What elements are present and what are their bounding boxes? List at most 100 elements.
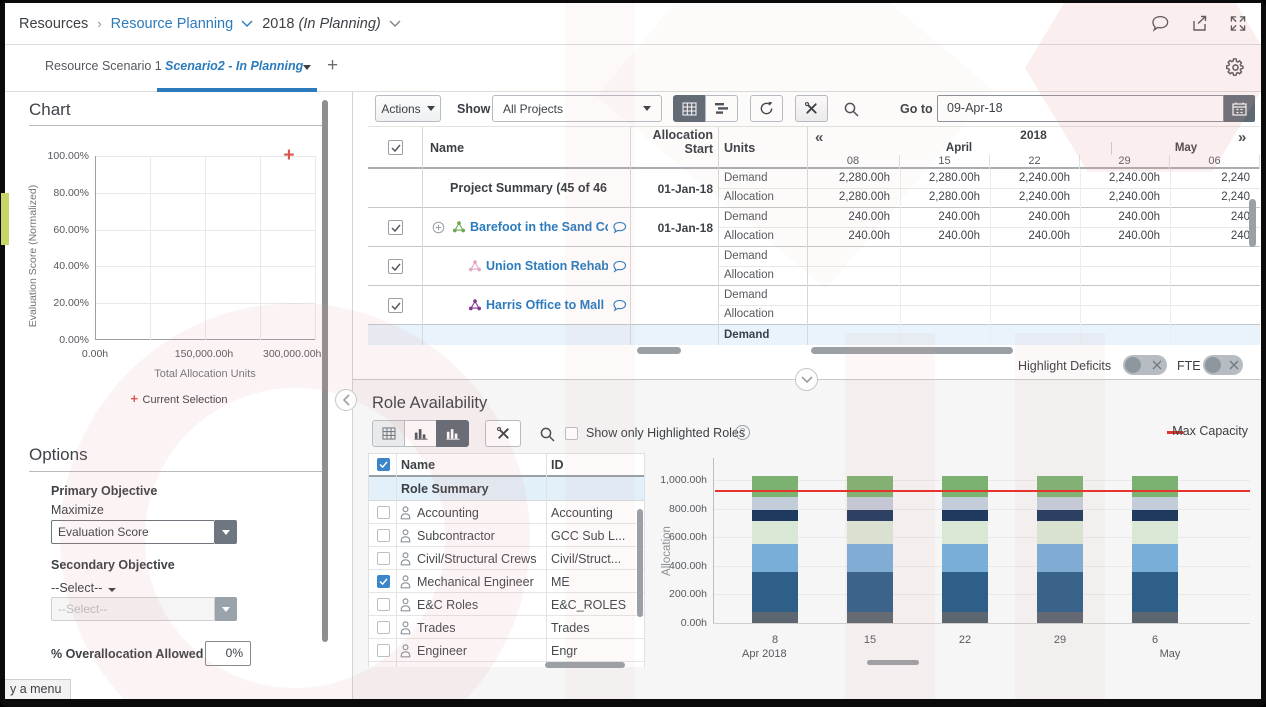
secondary-objective-link[interactable]: --Select-- [51,581,116,595]
role-table-hscrollbar[interactable] [545,662,625,668]
grid-view-button[interactable] [673,95,706,122]
highlight-deficits-toggle[interactable] [1123,355,1167,375]
primary-objective-select-button[interactable] [215,520,237,544]
project-name-link[interactable]: Harris Office to Mall Sky... [486,298,608,312]
column-header-name[interactable]: Name [430,141,464,155]
grid-row[interactable]: Barefoot in the Sand Co...01-Jan-18Deman… [368,208,1260,247]
role-row[interactable]: SubcontractorGCC Sub L... [369,524,645,547]
chevron-left-icon [342,394,351,406]
grid-row[interactable]: Harris Office to Mall Sky...DemandAlloca… [368,286,1260,325]
role-chart-hscrollbar[interactable] [867,660,919,665]
demand-value-cell: 240.00h [900,211,980,223]
row-checkbox[interactable] [388,220,403,235]
add-scenario-button[interactable]: + [327,55,338,77]
project-filter-select[interactable]: All Projects [492,95,662,122]
grid-left-hscrollbar[interactable] [637,347,681,354]
select-all-checkbox[interactable] [388,140,403,155]
collapse-left-panel-button[interactable] [335,389,357,411]
column-header-allocation-start[interactable]: AllocationStart [630,128,713,156]
breadcrumb-resources[interactable]: Resources [19,16,88,32]
breadcrumb-resource-planning[interactable]: Resource Planning [111,16,254,32]
stacked-bar[interactable] [847,450,893,623]
expand-icon[interactable] [1229,15,1247,32]
role-name: Civil/Structural Crews [417,552,536,566]
goto-date-input[interactable]: 09-Apr-18 [937,95,1224,122]
toggle-knob [1205,357,1221,373]
role-summary-row[interactable]: Role Summary [369,477,645,501]
grid-timeline-hscrollbar[interactable] [811,347,1013,354]
gantt-view-button[interactable] [705,95,738,122]
search-icon[interactable] [843,101,860,118]
role-id: Accounting [551,506,639,520]
share-icon[interactable] [1190,15,1209,32]
tools-button[interactable] [795,95,828,122]
options-section-title: Options [29,445,88,465]
project-name-link[interactable]: Barefoot in the Sand Co... [470,220,608,234]
role-row[interactable]: E&C RolesE&C_ROLES [369,593,645,616]
overallocation-input[interactable]: 0% [205,641,251,666]
show-only-highlighted-checkbox[interactable] [565,427,578,440]
role-select-all-checkbox[interactable] [377,458,390,471]
expand-row-icon[interactable] [432,221,445,234]
week-line [990,325,991,345]
stacked-bar[interactable] [1132,450,1178,623]
tab-scenario2[interactable]: Scenario2 - In Planning [165,59,303,73]
role-checkbox[interactable] [377,575,390,588]
grid-row[interactable]: Union Station RehabDemandAllocation [368,247,1260,286]
role-histogram-button[interactable] [404,420,437,447]
role-checkbox[interactable] [377,598,390,611]
role-row[interactable]: Civil/Structural CrewsCivil/Struct... [369,547,645,570]
breadcrumb-plan[interactable]: 2018 (In Planning) [262,16,401,32]
help-icon[interactable]: ? [735,425,750,440]
row-comment-icon[interactable] [612,221,628,234]
comment-icon-wrap[interactable] [612,260,628,278]
role-checkbox[interactable] [377,529,390,542]
role-search-icon[interactable] [539,426,556,443]
row-comment-icon[interactable] [612,260,628,273]
role-checkbox[interactable] [377,552,390,565]
current-selection-point[interactable]: + [283,149,294,163]
demand-value-cell: 2,240 [1170,172,1250,184]
role-table-vscrollbar[interactable] [637,509,643,617]
project-name-link[interactable]: Union Station Rehab [486,259,608,273]
role-table-view-button[interactable] [372,420,405,447]
column-header-units[interactable]: Units [724,141,755,155]
role-checkbox[interactable] [377,621,390,634]
role-column-id[interactable]: ID [551,458,564,472]
stacked-bar[interactable] [752,450,798,623]
stacked-bar[interactable] [942,450,988,623]
row-checkbox[interactable] [388,298,403,313]
secondary-objective-select-button [215,597,237,621]
role-row[interactable]: Mechanical EngineerME [369,570,645,593]
comment-icon[interactable] [1151,15,1170,32]
scatter-plot-area[interactable]: + [95,156,315,340]
grid-vscrollbar[interactable] [1249,199,1256,247]
role-row[interactable]: EngineerEngr [369,639,645,662]
row-comment-icon[interactable] [612,299,628,312]
grid-row[interactable]: Project Summary (45 of 46 ...01-Jan-18De… [368,169,1260,208]
collapse-bottom-panel-button[interactable] [795,368,818,391]
grid-row-partial[interactable]: Demand [368,325,1260,345]
role-column-name[interactable]: Name [401,458,435,472]
role-checkbox[interactable] [377,506,390,519]
comment-icon-wrap[interactable] [612,221,628,239]
stacked-bar[interactable] [1037,450,1083,623]
role-tools-button[interactable] [485,420,521,447]
settings-gear-icon[interactable] [1226,58,1245,77]
goto-calendar-button[interactable] [1224,95,1255,122]
actions-button[interactable]: Actions [375,95,441,122]
row-checkbox[interactable] [388,259,403,274]
refresh-button[interactable] [750,95,783,122]
expand-icon-wrap[interactable] [432,221,445,239]
tab-menu-caret-icon[interactable] [303,57,311,75]
role-stacked-histogram-button[interactable] [436,420,469,447]
primary-objective-select[interactable]: Evaluation Score [51,520,215,544]
role-row[interactable]: TradesTrades [369,616,645,639]
tab-resource-scenario-1[interactable]: Resource Scenario 1 [45,59,162,73]
bar-segment-segment_7 [1132,476,1178,497]
comment-icon-wrap[interactable] [612,299,628,317]
role-checkbox[interactable] [377,644,390,657]
left-panel-scrollbar[interactable] [322,100,328,642]
role-row[interactable]: AccountingAccounting [369,501,645,524]
fte-toggle[interactable] [1203,355,1243,375]
